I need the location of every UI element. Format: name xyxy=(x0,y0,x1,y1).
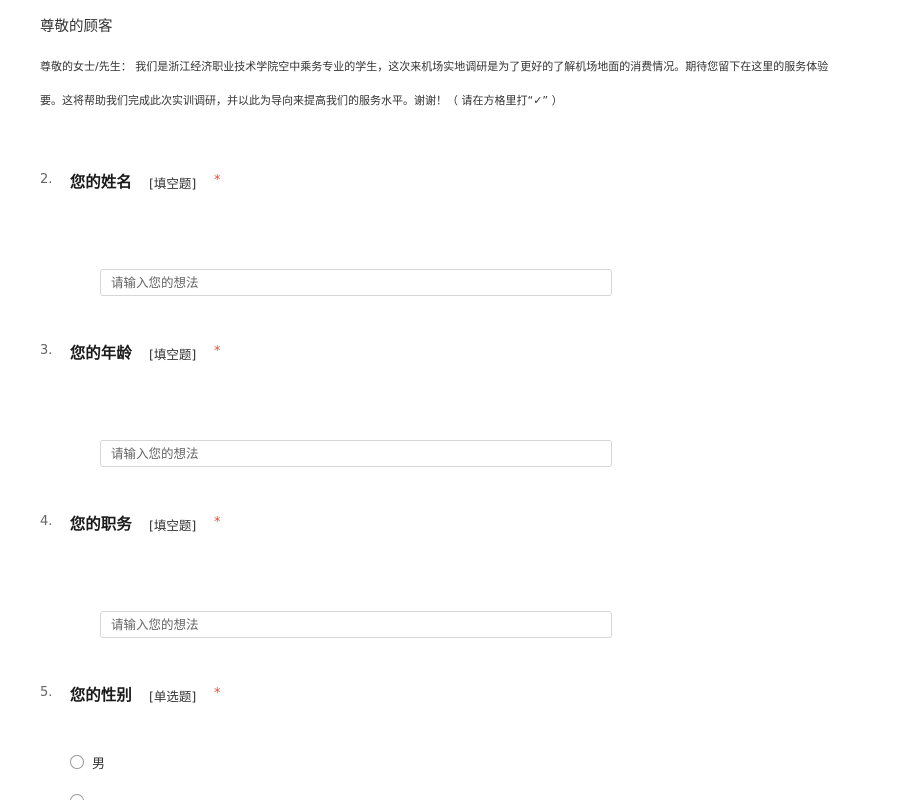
radio-button[interactable] xyxy=(70,755,84,769)
question-title: 您的职务 xyxy=(70,515,133,533)
question-title: 您的性别 xyxy=(70,686,133,704)
survey-page: 尊敬的顾客 尊敬的女士/先生： 我们是浙江经济职业技术学院空中乘务专业的学生，这… xyxy=(0,0,900,800)
required-mark: * xyxy=(214,173,221,188)
question-number: 4. xyxy=(40,514,53,529)
required-mark: * xyxy=(214,515,221,530)
required-mark: * xyxy=(214,686,221,701)
radio-button[interactable] xyxy=(70,794,84,800)
position-input[interactable] xyxy=(100,611,612,638)
intro-text-line-1: 尊敬的女士/先生： 我们是浙江经济职业技术学院空中乘务专业的学生，这次来机场实地… xyxy=(40,60,829,73)
question-number: 2. xyxy=(40,172,53,187)
intro-text-line-2: 要。这将帮助我们完成此次实训调研，并以此为导向来提高我们的服务水平。谢谢！（ 请… xyxy=(40,94,563,107)
question-title: 您的姓名 xyxy=(70,173,133,191)
age-input[interactable] xyxy=(100,440,612,467)
question-type-label: [填空题] xyxy=(149,518,197,533)
radio-label: 男 xyxy=(92,756,106,772)
required-mark: * xyxy=(214,344,221,359)
gender-option-male[interactable]: 男 xyxy=(70,753,106,772)
question-number: 3. xyxy=(40,343,53,358)
question-number: 5. xyxy=(40,685,53,700)
question-title: 您的年龄 xyxy=(70,344,133,362)
question-type-label: [填空题] xyxy=(149,347,197,362)
question-type-label: [填空题] xyxy=(149,176,197,191)
survey-title: 尊敬的顾客 xyxy=(40,19,113,35)
gender-option-female[interactable] xyxy=(70,792,92,800)
question-type-label: [单选题] xyxy=(149,689,197,704)
name-input[interactable] xyxy=(100,269,612,296)
